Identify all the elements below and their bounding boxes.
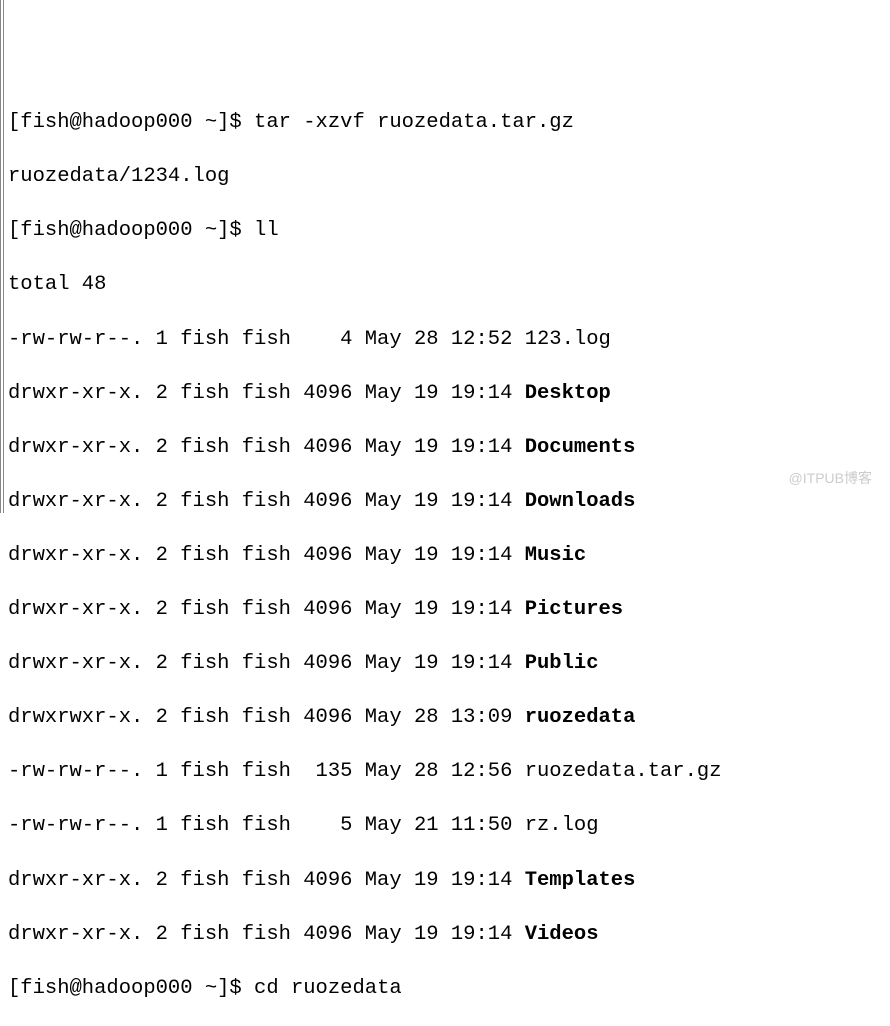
terminal-line: [fish@hadoop000 ~]$ ll <box>8 217 886 244</box>
ls-dirname: Documents <box>525 436 636 459</box>
ls-filename: ruozedata.tar.gz <box>525 760 722 783</box>
shell-prompt: [fish@hadoop000 ~]$ <box>8 219 254 242</box>
ls-meta: drwxr-xr-x. 2 fish fish 4096 May 19 19:1… <box>8 923 525 946</box>
terminal-line: [fish@hadoop000 ~]$ tar -xzvf ruozedata.… <box>8 109 886 136</box>
ls-entry: -rw-rw-r--. 1 fish fish 4 May 28 12:52 1… <box>8 326 886 353</box>
ls-dirname: Templates <box>525 869 636 892</box>
ls-dirname: Downloads <box>525 490 636 513</box>
ls-entry: drwxr-xr-x. 2 fish fish 4096 May 19 19:1… <box>8 596 886 623</box>
ls-entry: drwxr-xr-x. 2 fish fish 4096 May 19 19:1… <box>8 380 886 407</box>
terminal-output: ruozedata/1234.log <box>8 163 886 190</box>
ls-filename: 123.log <box>525 328 611 351</box>
ls-meta: -rw-rw-r--. 1 fish fish 135 May 28 12:56 <box>8 760 525 783</box>
ls-meta: -rw-rw-r--. 1 fish fish 5 May 21 11:50 <box>8 814 525 837</box>
ls-entry: -rw-rw-r--. 1 fish fish 5 May 21 11:50 r… <box>8 812 886 839</box>
shell-prompt: [fish@hadoop000 ~]$ <box>8 111 254 134</box>
shell-prompt: [fish@hadoop000 ~]$ <box>8 977 254 1000</box>
ls-dirname: ruozedata <box>525 706 636 729</box>
ls-meta: drwxrwxr-x. 2 fish fish 4096 May 28 13:0… <box>8 706 525 729</box>
ls-dirname: Pictures <box>525 598 623 621</box>
ls-meta: drwxr-xr-x. 2 fish fish 4096 May 19 19:1… <box>8 436 525 459</box>
command-text: ll <box>254 219 279 242</box>
ls-entry: drwxr-xr-x. 2 fish fish 4096 May 19 19:1… <box>8 921 886 948</box>
ls-dirname: Videos <box>525 923 599 946</box>
ls-meta: drwxr-xr-x. 2 fish fish 4096 May 19 19:1… <box>8 382 525 405</box>
ls-entry: drwxr-xr-x. 2 fish fish 4096 May 19 19:1… <box>8 542 886 569</box>
ls-dirname: Music <box>525 544 587 567</box>
ls-entry: drwxr-xr-x. 2 fish fish 4096 May 19 19:1… <box>8 867 886 894</box>
ls-entry: drwxr-xr-x. 2 fish fish 4096 May 19 19:1… <box>8 488 886 515</box>
ls-filename: rz.log <box>525 814 599 837</box>
ls-meta: drwxr-xr-x. 2 fish fish 4096 May 19 19:1… <box>8 490 525 513</box>
ls-dirname: Desktop <box>525 382 611 405</box>
ls-meta: drwxr-xr-x. 2 fish fish 4096 May 19 19:1… <box>8 652 525 675</box>
ls-entry: drwxrwxr-x. 2 fish fish 4096 May 28 13:0… <box>8 704 886 731</box>
ls-meta: drwxr-xr-x. 2 fish fish 4096 May 19 19:1… <box>8 869 525 892</box>
command-text: cd ruozedata <box>254 977 402 1000</box>
ls-meta: -rw-rw-r--. 1 fish fish 4 May 28 12:52 <box>8 328 525 351</box>
ls-dirname: Public <box>525 652 599 675</box>
ls-meta: drwxr-xr-x. 2 fish fish 4096 May 19 19:1… <box>8 598 525 621</box>
watermark-text: @ITPUB博客 <box>789 469 872 487</box>
ls-entry: drwxr-xr-x. 2 fish fish 4096 May 19 19:1… <box>8 650 886 677</box>
ls-entry: drwxr-xr-x. 2 fish fish 4096 May 19 19:1… <box>8 434 886 461</box>
terminal-output: total 48 <box>8 271 886 298</box>
terminal-line: [fish@hadoop000 ~]$ cd ruozedata <box>8 975 886 1002</box>
command-text: tar -xzvf ruozedata.tar.gz <box>254 111 574 134</box>
ls-entry: -rw-rw-r--. 1 fish fish 135 May 28 12:56… <box>8 758 886 785</box>
ls-meta: drwxr-xr-x. 2 fish fish 4096 May 19 19:1… <box>8 544 525 567</box>
